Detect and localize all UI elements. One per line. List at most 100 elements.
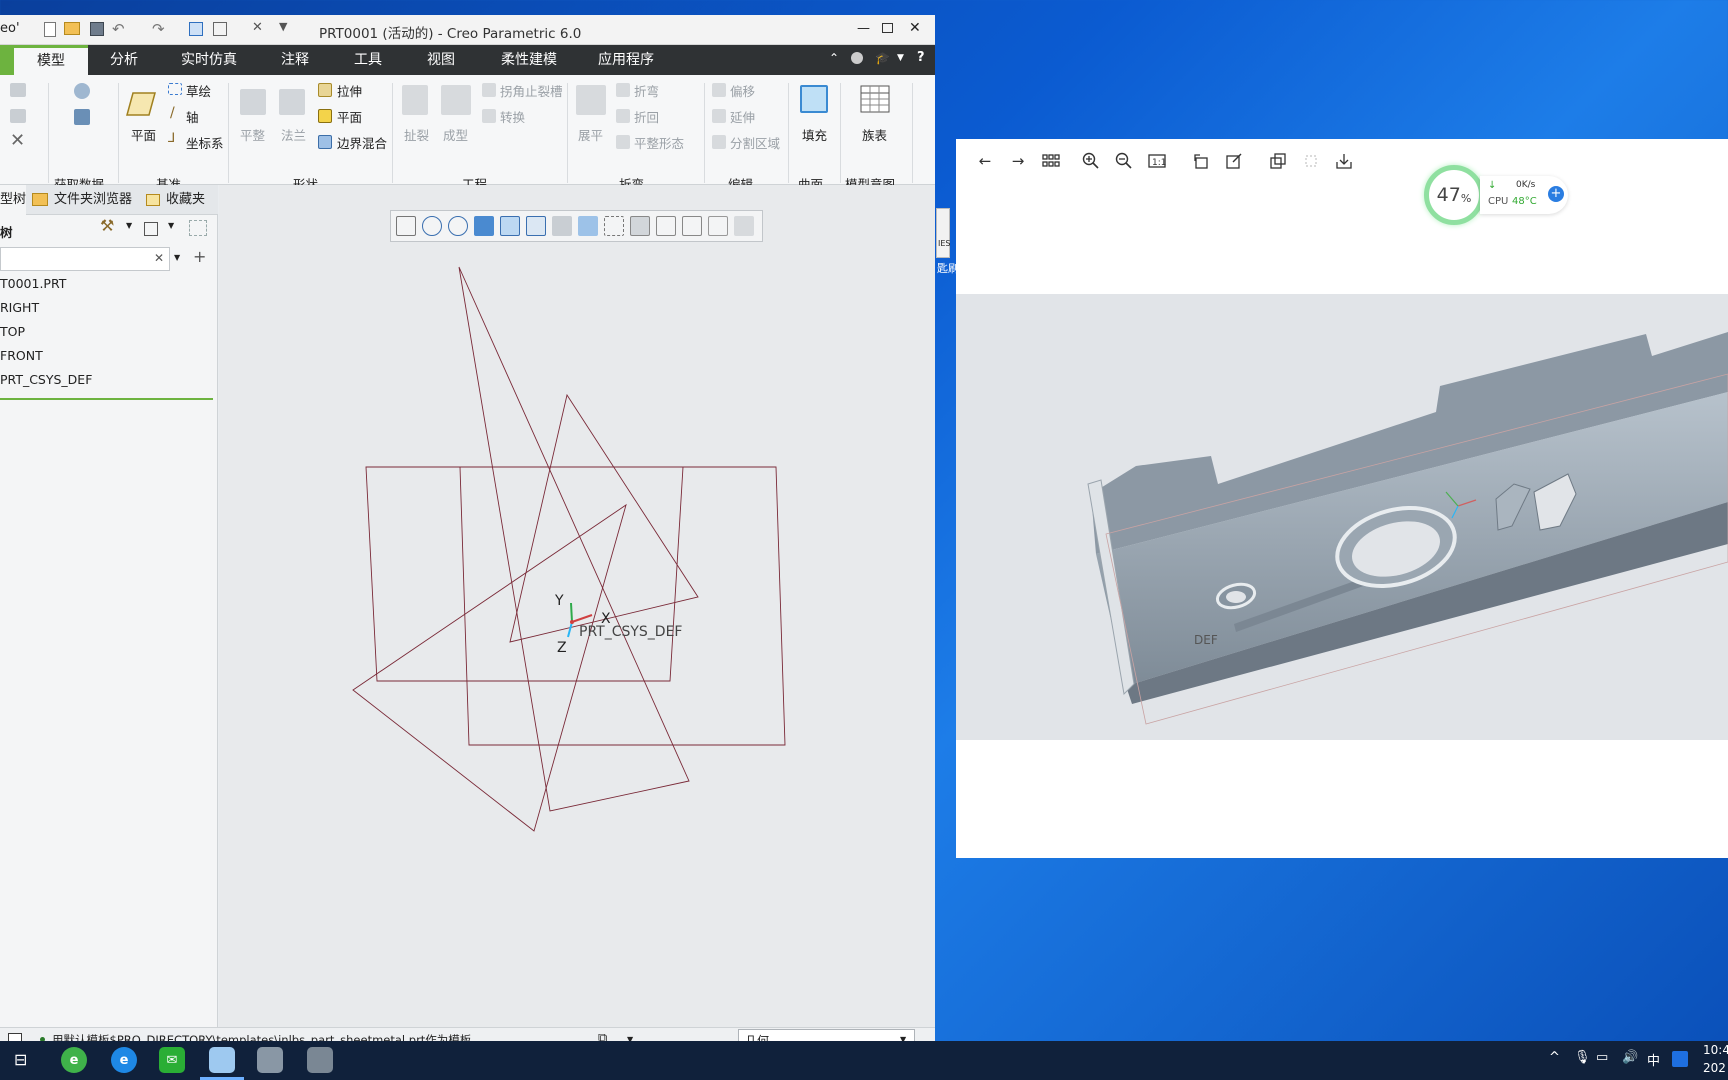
tab-analysis[interactable]: 分析 (100, 45, 148, 75)
view-manager-icon[interactable] (552, 216, 572, 236)
flat-state-label[interactable]: 平整形态 (634, 133, 684, 152)
search-dropdown-icon[interactable]: ▼ (174, 253, 180, 262)
extend-icon[interactable] (712, 109, 726, 123)
flat-state-icon[interactable] (616, 135, 630, 149)
family-table-icon[interactable] (860, 85, 890, 113)
ime-indicator[interactable]: 中 (1647, 1050, 1660, 1069)
repaint-icon[interactable] (474, 216, 494, 236)
tab-annotate[interactable]: 注释 (270, 45, 320, 75)
task-view-icon[interactable]: ⊟ (14, 1050, 27, 1069)
back-arrow-icon[interactable]: ← (974, 150, 996, 172)
point-display-icon[interactable] (708, 216, 728, 236)
corner-relief-label[interactable]: 拐角止裂槽 (500, 81, 563, 100)
corner-relief-icon[interactable] (482, 83, 496, 97)
tree-item-front[interactable]: FRONT (0, 348, 43, 363)
app-360-icon[interactable]: e (61, 1047, 87, 1073)
clock-time[interactable]: 10:4 (1703, 1043, 1728, 1057)
filter-icon[interactable] (189, 220, 207, 236)
tab-applications[interactable]: 应用程序 (591, 45, 661, 75)
tab-view[interactable]: 视图 (416, 45, 466, 75)
flange-label[interactable]: 法兰 (281, 125, 306, 144)
zoom-out-icon[interactable] (448, 216, 468, 236)
crop-icon[interactable] (1300, 150, 1322, 172)
flat-label[interactable]: 平整 (240, 125, 265, 144)
input-method-icon[interactable] (1672, 1051, 1688, 1067)
tray-expand-icon[interactable]: ^ (1549, 1050, 1560, 1065)
perspective-icon[interactable] (578, 216, 598, 236)
save-icon[interactable] (90, 22, 104, 36)
form-label[interactable]: 成型 (443, 125, 468, 144)
clock-date[interactable]: 202 (1703, 1061, 1726, 1075)
file-menu-button[interactable] (0, 45, 14, 75)
convert-label[interactable]: 转换 (500, 107, 525, 126)
microphone-icon[interactable]: 🎙 (1574, 1050, 1591, 1065)
bend-back-icon[interactable] (616, 109, 630, 123)
graphics-area[interactable]: Y X Z PRT_CSYS_DEF (219, 185, 935, 1027)
customize-dropdown-icon[interactable]: ▼ (279, 20, 287, 33)
show-dropdown-icon[interactable]: ▼ (168, 221, 174, 230)
edit-icon[interactable] (1223, 150, 1245, 172)
tree-item-right[interactable]: RIGHT (0, 300, 39, 315)
annotation-display-icon[interactable] (604, 216, 624, 236)
axis-icon[interactable]: / (170, 105, 175, 121)
bend-label[interactable]: 折弯 (634, 81, 659, 100)
help-icon[interactable]: ? (917, 50, 925, 65)
extend-label[interactable]: 延伸 (730, 107, 755, 126)
axis-label[interactable]: 轴 (186, 107, 199, 126)
learning-icon[interactable]: 🎓 (875, 51, 890, 65)
tree-search-input[interactable] (0, 247, 170, 271)
tab-folder-browser[interactable]: 文件夹浏览器 (54, 185, 132, 215)
redo-icon[interactable]: ↷ (152, 20, 165, 38)
maximize-icon[interactable] (882, 23, 893, 33)
boundary-blend-icon[interactable] (318, 135, 332, 149)
minimize-icon[interactable]: — (857, 21, 870, 36)
windows-icon[interactable] (213, 22, 227, 36)
extrude-icon[interactable] (318, 83, 332, 97)
tree-item-part[interactable]: T0001.PRT (0, 276, 66, 291)
network-icon[interactable]: ▭ (1596, 1050, 1608, 1065)
tab-favorites[interactable]: 收藏夹 (166, 185, 205, 215)
zoom-in-icon[interactable] (1080, 150, 1102, 172)
convert-icon[interactable] (482, 109, 496, 123)
wechat-icon[interactable]: ✉ (159, 1047, 185, 1073)
rotate-icon[interactable] (1190, 150, 1212, 172)
unbend-label[interactable]: 展平 (578, 125, 603, 144)
add-icon[interactable]: + (1548, 186, 1564, 202)
download-icon[interactable] (1333, 150, 1355, 172)
settings-dropdown-icon[interactable]: ▼ (126, 221, 132, 230)
unbend-icon[interactable] (576, 85, 606, 115)
plane-icon[interactable] (125, 91, 157, 117)
browser-icon[interactable]: e (111, 1047, 137, 1073)
datum-display-icon[interactable] (630, 216, 650, 236)
split-area-label[interactable]: 分割区域 (730, 133, 780, 152)
tab-model[interactable]: 模型 (14, 45, 88, 75)
display-style-icon[interactable] (500, 216, 520, 236)
tree-item-csys[interactable]: PRT_CSYS_DEF (0, 372, 92, 387)
tab-tools[interactable]: 工具 (343, 45, 393, 75)
fill-label[interactable]: 填充 (802, 125, 827, 144)
open-folder-icon[interactable] (64, 22, 80, 35)
sketch-label[interactable]: 草绘 (186, 81, 211, 100)
planar-icon[interactable] (318, 109, 332, 123)
csys-display-icon[interactable] (734, 216, 754, 236)
user-defined-feature-icon[interactable] (74, 83, 90, 99)
flat-wall-icon[interactable] (240, 89, 266, 115)
bend-icon[interactable] (616, 83, 630, 97)
paste-icon[interactable] (10, 109, 26, 123)
actual-size-icon[interactable]: 1:1 (1146, 150, 1168, 172)
insert-marker[interactable] (0, 398, 213, 400)
copy-geometry-icon[interactable] (74, 109, 90, 125)
regenerate-icon[interactable] (189, 22, 203, 36)
form-icon[interactable] (441, 85, 471, 115)
add-icon[interactable]: + (193, 247, 206, 266)
tab-simulation[interactable]: 实时仿真 (174, 45, 244, 75)
sketch-icon[interactable] (168, 83, 182, 95)
spin-center-icon[interactable] (656, 216, 676, 236)
offset-label[interactable]: 偏移 (730, 81, 755, 100)
family-table-label[interactable]: 族表 (862, 125, 887, 144)
refit-icon[interactable] (396, 216, 416, 236)
close-icon[interactable]: ✕ (909, 20, 921, 36)
split-area-icon[interactable] (712, 135, 726, 149)
tab-flexible-modeling[interactable]: 柔性建模 (494, 45, 564, 75)
copy-icon[interactable] (10, 83, 26, 97)
